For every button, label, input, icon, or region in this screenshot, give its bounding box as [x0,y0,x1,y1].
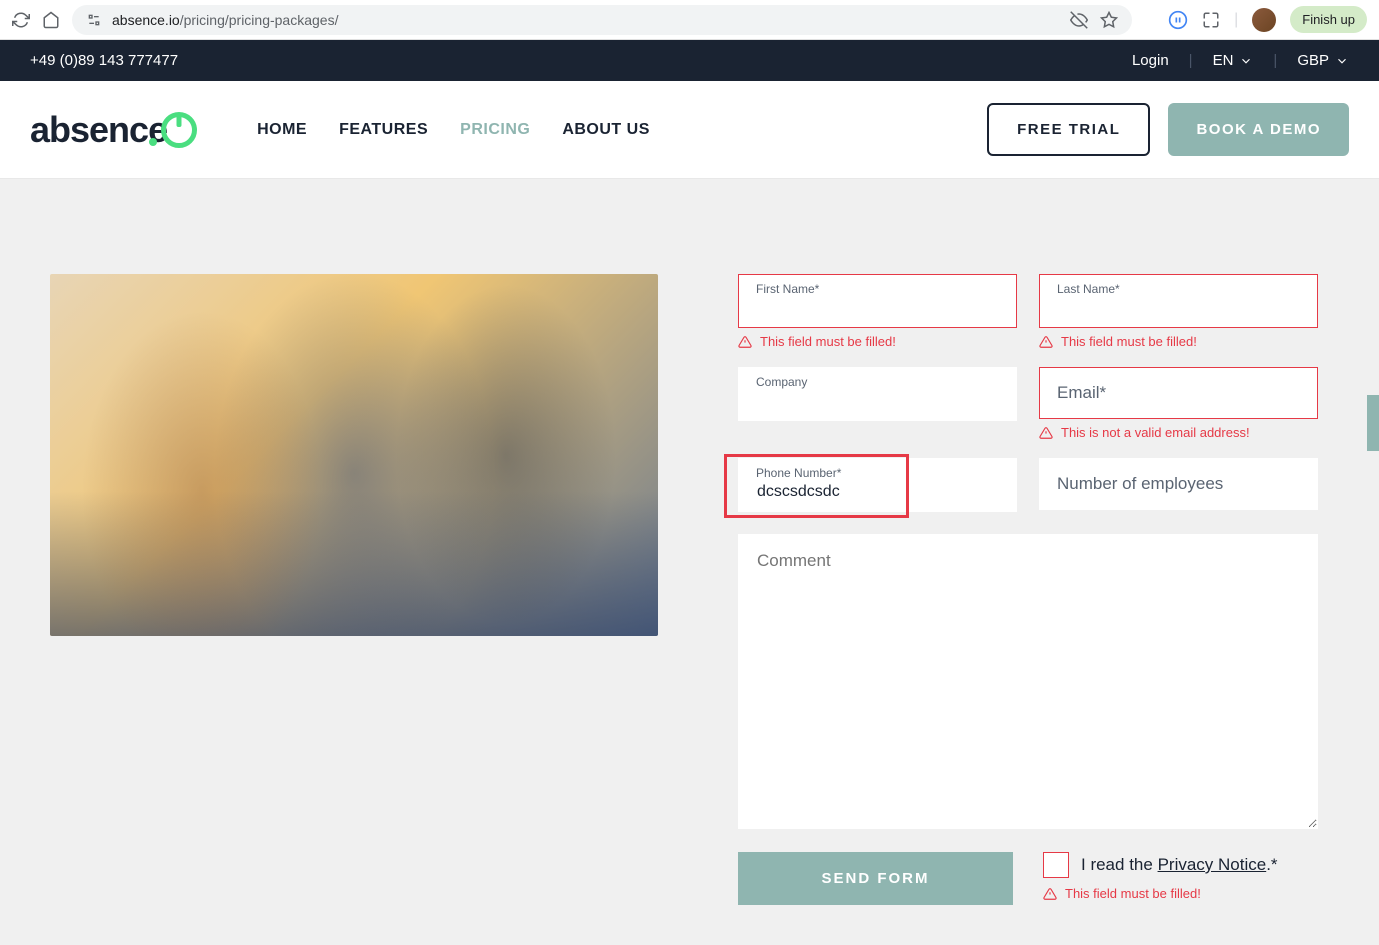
extensions-icon[interactable] [1202,11,1220,29]
warning-icon [1039,426,1053,440]
email-field[interactable] [1039,367,1318,419]
privacy-link[interactable]: Privacy Notice [1158,855,1267,874]
warning-icon [1043,887,1057,901]
site-settings-icon[interactable] [86,12,102,28]
logo[interactable]: absence [30,109,197,151]
company-field[interactable] [738,367,1017,421]
chevron-down-icon [1239,54,1253,68]
home-icon[interactable] [42,11,60,29]
login-link[interactable]: Login [1132,52,1169,69]
avatar[interactable] [1252,8,1276,32]
phone-number[interactable]: +49 (0)89 143 777477 [30,52,178,69]
language-selector[interactable]: EN [1213,52,1254,69]
finish-button[interactable]: Finish up [1290,6,1367,33]
url-text: absence.io/pricing/pricing-packages/ [112,12,338,28]
contact-form: First Name* This field must be filled! L… [738,274,1318,905]
side-tab[interactable] [1367,395,1379,451]
privacy-error: This field must be filled! [1043,886,1318,901]
header-nav: absence HOME FEATURES PRICING ABOUT US F… [0,81,1379,179]
first-name-field[interactable] [738,274,1017,328]
last-name-error: This field must be filled! [1039,334,1318,349]
nav-about[interactable]: ABOUT US [562,121,650,139]
pause-circle-icon[interactable] [1168,10,1188,30]
top-bar: +49 (0)89 143 777477 Login | EN | GBP [0,40,1379,81]
send-form-button[interactable]: SEND FORM [738,852,1013,905]
hero-image [50,274,658,636]
book-demo-button[interactable]: BOOK A DEMO [1168,103,1349,156]
last-name-field[interactable] [1039,274,1318,328]
free-trial-button[interactable]: FREE TRIAL [987,103,1150,156]
warning-icon [1039,335,1053,349]
star-icon[interactable] [1100,11,1118,29]
first-name-error: This field must be filled! [738,334,1017,349]
nav-pricing[interactable]: PRICING [460,121,530,139]
employees-field[interactable] [1039,458,1318,510]
chevron-down-icon [1335,54,1349,68]
comment-field[interactable] [738,534,1318,829]
warning-icon [738,335,752,349]
reload-icon[interactable] [12,11,30,29]
email-error: This is not a valid email address! [1039,425,1318,440]
currency-selector[interactable]: GBP [1297,52,1349,69]
nav-features[interactable]: FEATURES [339,121,428,139]
privacy-label: I read the Privacy Notice.* [1081,855,1278,875]
privacy-checkbox[interactable] [1043,852,1069,878]
page-content: First Name* This field must be filled! L… [0,179,1379,945]
nav-home[interactable]: HOME [257,121,307,139]
browser-chrome: absence.io/pricing/pricing-packages/ | F… [0,0,1379,40]
phone-field[interactable] [738,458,1017,512]
eye-off-icon[interactable] [1070,11,1088,29]
url-bar[interactable]: absence.io/pricing/pricing-packages/ [72,5,1132,35]
